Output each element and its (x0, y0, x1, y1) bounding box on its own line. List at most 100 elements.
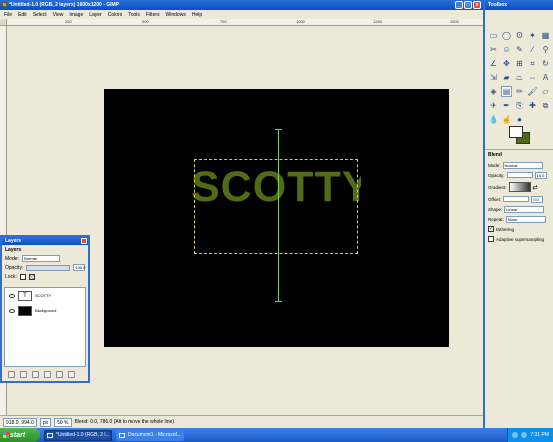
window-title: *Untitled-1.0 (RGB, 2 layers) 1600x1200 … (9, 2, 120, 8)
menu-filters[interactable]: Filters (146, 12, 160, 18)
scale-tool-icon[interactable]: ⇲ (488, 72, 499, 83)
menu-windows[interactable]: Windows (166, 12, 186, 18)
mode-label: Mode: (5, 255, 19, 262)
unit-select[interactable]: px (39, 417, 52, 427)
dithering-checkbox[interactable]: ✓ (488, 226, 494, 232)
zoom-select[interactable]: 50 % (54, 417, 72, 427)
menu-file[interactable]: File (4, 12, 12, 18)
raise-layer-button[interactable] (20, 370, 27, 378)
bucket-fill-tool-icon[interactable]: ◈ (488, 86, 499, 97)
align-tool-icon[interactable]: ⊞ (514, 58, 525, 69)
blend-line[interactable] (278, 129, 279, 302)
blur-tool-icon[interactable]: 💧 (488, 114, 499, 125)
layer-row-scotty[interactable]: T SCOTTY (5, 288, 85, 303)
foreground-select-tool-icon[interactable]: ☺ (501, 44, 512, 55)
ruler-horizontal[interactable]: 250 500 750 1000 1250 1500 (7, 19, 483, 26)
mode-label: Mode: (488, 162, 501, 168)
adaptive-supersampling-checkbox[interactable] (488, 236, 494, 242)
blend-start-handle[interactable] (275, 129, 282, 130)
foreground-color-swatch[interactable] (509, 126, 523, 138)
perspective-clone-tool-icon[interactable]: ⧉ (540, 100, 551, 111)
blend-opacity-slider[interactable] (506, 172, 533, 178)
offset-slider[interactable] (503, 196, 530, 202)
menu-help[interactable]: Help (192, 12, 202, 18)
rotate-tool-icon[interactable]: ↻ (540, 58, 551, 69)
tray-network-icon[interactable] (512, 432, 519, 438)
repeat-select[interactable]: None (505, 215, 546, 223)
blend-end-handle[interactable] (275, 301, 282, 302)
blend-tool-icon[interactable]: ▤ (501, 86, 512, 97)
taskbar-item-word[interactable]: Document1 - Microsof... (116, 429, 184, 441)
ruler-label: 250 (65, 19, 72, 24)
zoom-tool-icon[interactable]: ⚲ (540, 44, 551, 55)
eraser-tool-icon[interactable]: ▱ (540, 86, 551, 97)
ruler-corner[interactable] (0, 19, 7, 26)
layer-row-background[interactable]: Background (5, 303, 85, 318)
menu-edit[interactable]: Edit (18, 12, 27, 18)
close-icon[interactable] (81, 238, 87, 244)
paths-tool-icon[interactable]: ✎ (514, 44, 525, 55)
delete-layer-button[interactable] (68, 370, 75, 378)
shape-select[interactable]: Linear (504, 205, 545, 213)
blend-mode-select[interactable]: Normal (502, 161, 543, 169)
move-tool-icon[interactable]: ✥ (501, 58, 512, 69)
pointer-coords: 918.0, 994.0 (3, 417, 37, 427)
color-picker-tool-icon[interactable]: ⁄ (527, 44, 538, 55)
offset-value[interactable]: 0.0 (531, 195, 544, 203)
clone-tool-icon[interactable]: ⎘ (514, 100, 525, 111)
layers-opacity-row: Opacity: 100.0 (2, 263, 88, 272)
eye-icon[interactable] (9, 293, 15, 298)
pencil-tool-icon[interactable]: ✏ (514, 86, 525, 97)
ellipse-select-tool-icon[interactable]: ◯ (501, 30, 512, 41)
start-button[interactable]: start (0, 428, 40, 442)
ruler-label: 1000 (296, 19, 305, 24)
menu-layer[interactable]: Layer (89, 12, 102, 18)
tray-volume-icon[interactable] (521, 432, 528, 438)
duplicate-layer-button[interactable] (44, 370, 51, 378)
fuzzy-select-tool-icon[interactable]: ✦ (527, 30, 538, 41)
rect-select-tool-icon[interactable]: ▭ (488, 30, 499, 41)
slider-fill (27, 265, 70, 270)
close-button[interactable]: x (473, 1, 481, 9)
perspective-tool-icon[interactable]: ⏢ (514, 72, 525, 83)
menu-tools[interactable]: Tools (128, 12, 140, 18)
layer-buttons (4, 369, 88, 379)
flip-tool-icon[interactable]: ⇔ (527, 72, 538, 83)
blend-opacity-value[interactable]: 15.0 (534, 171, 547, 179)
menu-colors[interactable]: Colors (108, 12, 122, 18)
layer-opacity-slider[interactable] (26, 264, 71, 271)
menu-select[interactable]: Select (33, 12, 47, 18)
selection-marquee[interactable] (194, 159, 358, 254)
layer-mode-select[interactable]: Normal (21, 255, 60, 262)
reverse-gradient-icon[interactable]: ⇄ (533, 184, 538, 191)
measure-tool-icon[interactable]: ∠ (488, 58, 499, 69)
ink-tool-icon[interactable]: ✒ (501, 100, 512, 111)
text-tool-icon[interactable]: A (540, 72, 551, 83)
gradient-preview[interactable] (508, 182, 531, 192)
text-layer-thumbnail-icon: T (18, 290, 32, 301)
lock-label: Lock: (5, 273, 17, 280)
eye-icon[interactable] (9, 308, 15, 313)
ruler-label: 1250 (373, 19, 382, 24)
anchor-layer-button[interactable] (56, 370, 63, 378)
shear-tool-icon[interactable]: ▰ (501, 72, 512, 83)
maximize-button[interactable]: □ (464, 1, 472, 9)
new-layer-button[interactable] (8, 370, 15, 378)
heal-tool-icon[interactable]: ✚ (527, 100, 538, 111)
airbrush-tool-icon[interactable]: ✈ (488, 100, 499, 111)
paintbrush-tool-icon[interactable]: 🖌 (527, 86, 538, 97)
free-select-tool-icon[interactable]: ʘ (514, 30, 525, 41)
lock-alpha-checkbox[interactable] (28, 273, 35, 280)
menu-image[interactable]: Image (69, 12, 83, 18)
select-by-color-tool-icon[interactable]: ▦ (540, 30, 551, 41)
lower-layer-button[interactable] (32, 370, 39, 378)
taskbar-item-gimp[interactable]: *Untitled-1.0 (RGB, 2 l... (44, 429, 112, 441)
minimize-button[interactable]: _ (455, 1, 463, 9)
lock-pixels-checkbox[interactable] (19, 273, 26, 280)
menu-view[interactable]: View (53, 12, 64, 18)
tool-options-blend: Blend Mode: Normal Opacity: 15.0 Gradien… (485, 149, 553, 244)
crop-tool-icon[interactable]: ⌗ (527, 58, 538, 69)
windows-logo-icon (3, 432, 9, 438)
layer-opacity-value[interactable]: 100.0 (73, 264, 85, 271)
scissors-tool-icon[interactable]: ✂ (488, 44, 499, 55)
